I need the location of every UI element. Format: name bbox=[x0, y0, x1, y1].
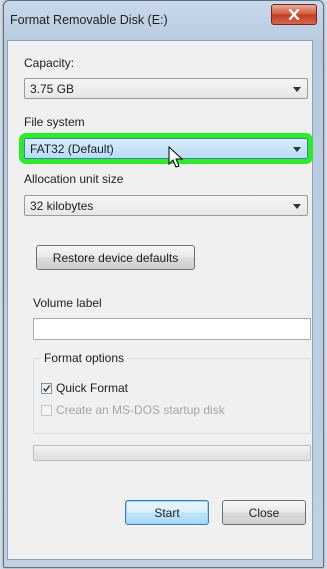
capacity-select[interactable]: 3.75 GB bbox=[24, 78, 308, 99]
quick-format-option[interactable]: Quick Format bbox=[41, 381, 128, 395]
msdos-startup-checkbox bbox=[41, 404, 52, 416]
title-bar[interactable]: Format Removable Disk (E:) bbox=[4, 1, 323, 41]
dropdown-arrow-icon bbox=[293, 204, 301, 209]
msdos-startup-label: Create an MS-DOS startup disk bbox=[56, 403, 225, 417]
close-window-button[interactable] bbox=[271, 4, 317, 25]
dropdown-arrow-icon bbox=[293, 87, 301, 92]
capacity-value: 3.75 GB bbox=[30, 82, 75, 96]
allocation-select[interactable]: 32 kilobytes bbox=[24, 195, 308, 216]
allocation-label: Allocation unit size bbox=[24, 172, 124, 186]
checkmark-icon bbox=[42, 384, 51, 392]
window-title: Format Removable Disk (E:) bbox=[10, 13, 168, 27]
mouse-cursor-icon bbox=[168, 146, 184, 168]
quick-format-checkbox[interactable] bbox=[41, 382, 52, 394]
close-icon bbox=[288, 9, 300, 20]
file-system-select[interactable]: FAT32 (Default) bbox=[19, 133, 313, 164]
allocation-value: 32 kilobytes bbox=[30, 199, 94, 213]
volume-label-label: Volume label bbox=[33, 296, 102, 310]
format-options-group bbox=[33, 358, 311, 434]
start-button[interactable]: Start bbox=[125, 500, 209, 525]
msdos-startup-option: Create an MS-DOS startup disk bbox=[41, 403, 225, 417]
quick-format-label: Quick Format bbox=[56, 381, 129, 395]
format-options-title: Format options bbox=[41, 351, 128, 365]
format-progress-bar bbox=[33, 445, 311, 461]
volume-label-input[interactable] bbox=[33, 318, 311, 340]
restore-defaults-button[interactable]: Restore device defaults bbox=[36, 245, 195, 270]
dropdown-arrow-icon bbox=[293, 147, 301, 152]
capacity-label: Capacity: bbox=[24, 56, 75, 70]
close-button[interactable]: Close bbox=[222, 500, 306, 525]
file-system-value: FAT32 (Default) bbox=[30, 142, 114, 156]
file-system-label: File system bbox=[24, 115, 85, 129]
